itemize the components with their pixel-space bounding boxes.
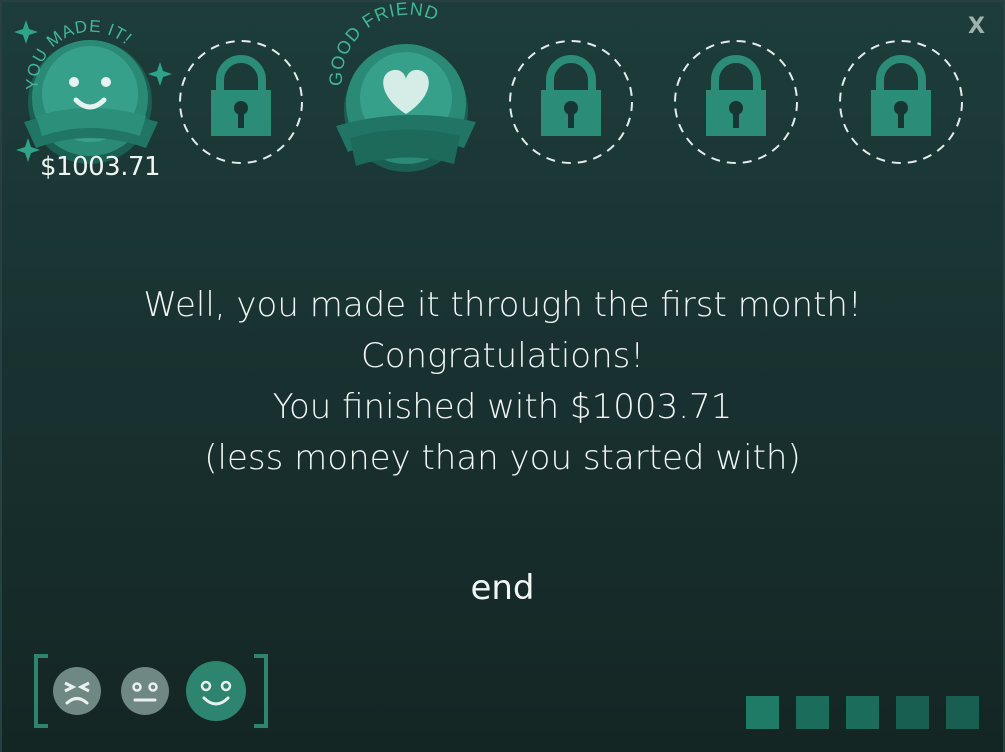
badge-good-friend[interactable]: GOOD FRIEND xyxy=(326,2,476,172)
lock-icon xyxy=(839,40,963,164)
right-bracket xyxy=(254,654,268,728)
happy-face-icon[interactable] xyxy=(185,660,247,726)
upset-face-icon[interactable] xyxy=(52,666,102,720)
progress-step xyxy=(946,696,979,729)
heart-icon: GOOD FRIEND xyxy=(326,2,476,172)
badge-you-made-it[interactable]: YOU MADE IT! xyxy=(14,16,172,164)
message-line: Well, you made it through the first mont… xyxy=(143,285,862,325)
badge-locked-2[interactable] xyxy=(508,38,638,168)
message-line: (less money than you started with) xyxy=(204,438,801,478)
end-of-month-message: Well, you made it through the first mont… xyxy=(2,280,1003,484)
progress-step xyxy=(746,696,779,729)
progress-step xyxy=(896,696,929,729)
message-line: Congratulations! xyxy=(361,336,644,376)
lock-icon xyxy=(674,40,798,164)
mood-selector xyxy=(28,654,278,728)
neutral-face-icon[interactable] xyxy=(120,666,170,720)
close-button[interactable]: X xyxy=(968,14,985,39)
badge-locked-4[interactable] xyxy=(838,38,968,168)
progress-step xyxy=(846,696,879,729)
badge-locked-1[interactable] xyxy=(178,38,308,168)
message-line: You finished with $1003.71 xyxy=(272,387,733,427)
congratulations-dialog: X YOU MADE IT! $1003.71 GOOD FRIEND Well… xyxy=(2,2,1003,752)
badge-locked-3[interactable] xyxy=(673,38,803,168)
end-button[interactable]: end xyxy=(2,568,1003,608)
progress-indicator xyxy=(746,696,979,729)
left-bracket xyxy=(34,654,48,728)
lock-icon xyxy=(509,40,633,164)
smiley-icon: YOU MADE IT! xyxy=(14,16,172,164)
badge-reward-amount: $1003.71 xyxy=(40,152,161,182)
lock-icon xyxy=(179,40,303,164)
progress-step xyxy=(796,696,829,729)
